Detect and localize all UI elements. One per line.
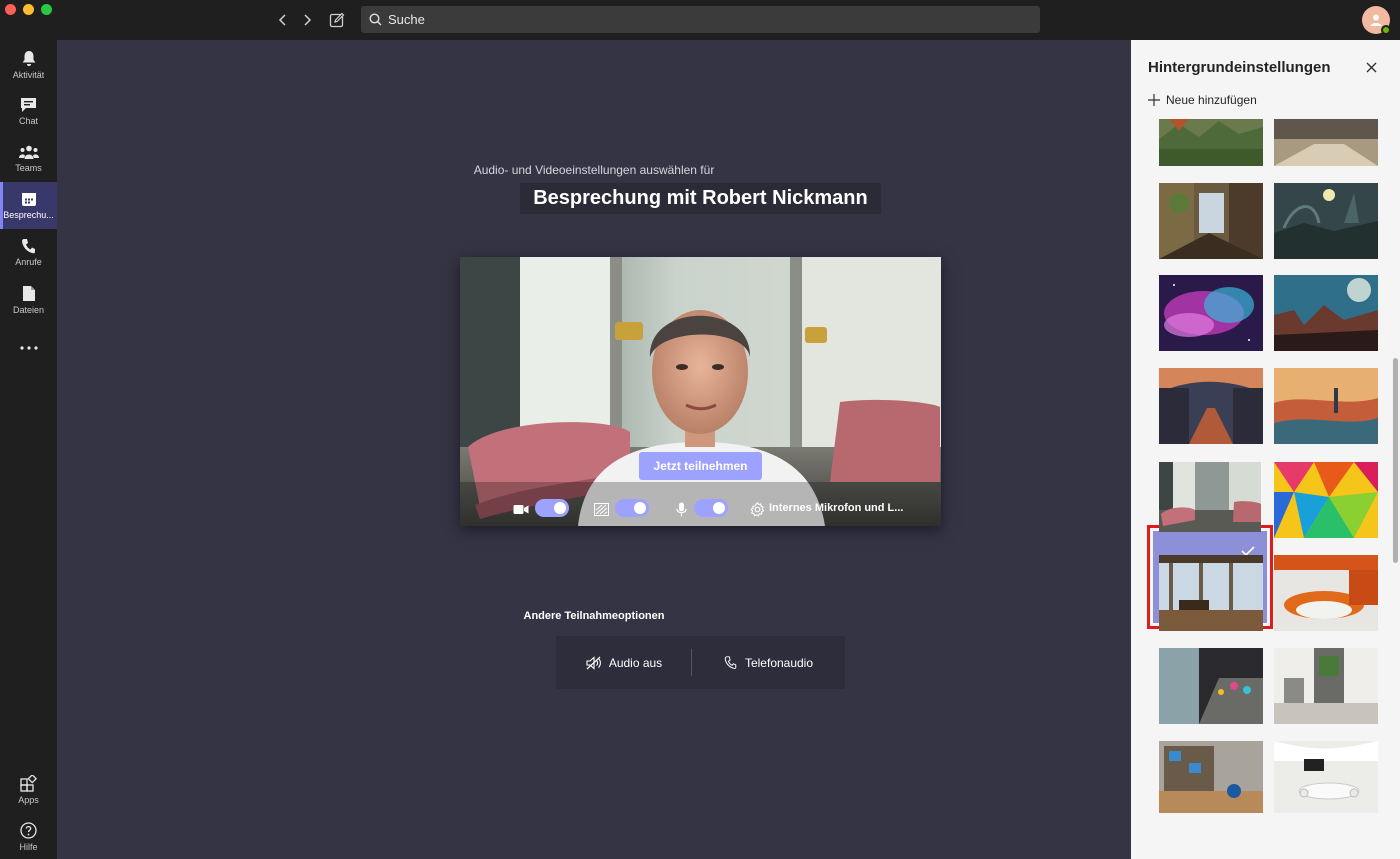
rail-item-label: Anrufe	[15, 257, 42, 267]
background-thumbnail[interactable]	[1274, 648, 1378, 724]
chevron-right-icon	[304, 14, 312, 26]
phone-icon	[724, 656, 737, 669]
prejoin-subtitle: Audio- und Videoeinstellungen auswählen …	[473, 163, 715, 177]
background-thumbnail[interactable]	[1274, 119, 1378, 166]
close-window-button[interactable]	[5, 4, 16, 15]
compose-icon	[329, 12, 345, 28]
rail-item-more[interactable]	[0, 324, 57, 371]
calendar-icon	[21, 193, 36, 206]
other-join-options-title: Andere Teilnahmeoptionen	[523, 610, 665, 622]
close-panel-button[interactable]	[1363, 59, 1379, 75]
background-thumbnail[interactable]	[1274, 462, 1378, 538]
panel-scrollbar[interactable]	[1393, 358, 1398, 563]
audio-off-button[interactable]: Audio aus	[556, 636, 692, 689]
add-new-background-button[interactable]: Neue hinzufügen	[1148, 93, 1257, 107]
avatar[interactable]	[1362, 6, 1391, 35]
meeting-title: Besprechung mit Robert Nickmann	[520, 183, 881, 214]
background-thumbnail[interactable]	[1159, 275, 1263, 351]
prejoin-stage: Audio- und Videoeinstellungen auswählen …	[57, 40, 1131, 859]
rail-item-label: Apps	[18, 794, 39, 805]
rail-item-calls[interactable]: Anrufe	[0, 229, 57, 276]
app-rail: Aktivität Chat Teams Besprechu... Anrufe…	[0, 40, 57, 859]
background-thumbnail[interactable]	[1159, 183, 1263, 259]
background-thumbnail[interactable]	[1274, 183, 1378, 259]
join-now-button[interactable]: Jetzt teilnehmen	[639, 452, 762, 480]
chat-icon	[21, 98, 36, 112]
background-thumbnail[interactable]	[1274, 555, 1378, 631]
bell-icon	[22, 50, 35, 66]
background-thumbnail[interactable]	[1274, 275, 1378, 351]
background-thumbnail-selected[interactable]	[1159, 462, 1261, 532]
rail-item-apps[interactable]: Apps	[0, 766, 57, 813]
search-icon	[369, 13, 382, 26]
background-thumbnail[interactable]	[1159, 119, 1263, 166]
background-blur-icon	[592, 501, 610, 517]
video-preview-image	[460, 257, 941, 526]
search-input[interactable]: Suche	[361, 6, 1040, 33]
other-join-options: Audio aus Telefonaudio	[556, 636, 845, 689]
rail-item-label: Aktivität	[12, 69, 45, 80]
phone-audio-label: Telefonaudio	[744, 655, 814, 670]
search-placeholder: Suche	[388, 12, 425, 27]
microphone-toggle[interactable]	[694, 499, 728, 517]
video-preview: Jetzt teilnehmen	[460, 257, 941, 526]
forward-button[interactable]	[296, 9, 318, 31]
background-settings-panel: Hintergrundeinstellungen Neue hinzufügen	[1131, 40, 1400, 859]
rail-item-teams[interactable]: Teams	[0, 135, 57, 182]
camera-toggle[interactable]	[535, 499, 569, 517]
title-bar: Suche	[0, 0, 1400, 40]
background-thumbnail[interactable]	[1159, 555, 1263, 631]
audio-off-label: Audio aus	[608, 655, 663, 670]
close-icon	[1366, 62, 1376, 72]
rail-item-files[interactable]: Dateien	[0, 276, 57, 323]
rail-item-label: Hilfe	[19, 841, 38, 852]
phone-audio-button[interactable]: Telefonaudio	[692, 636, 845, 689]
new-chat-button[interactable]	[326, 9, 348, 31]
chevron-left-icon	[278, 14, 286, 26]
background-thumbnail[interactable]	[1274, 741, 1378, 813]
add-new-label: Neue hinzufügen	[1166, 93, 1257, 107]
more-icon	[19, 345, 38, 350]
presence-badge	[1381, 25, 1391, 35]
back-button[interactable]	[272, 9, 294, 31]
rail-item-label: Besprechu...	[3, 210, 54, 220]
phone-icon	[22, 239, 35, 254]
audio-device-label[interactable]: Internes Mikrofon und L...	[769, 502, 903, 514]
rail-item-meetings[interactable]: Besprechu...	[0, 182, 57, 229]
microphone-icon	[672, 501, 690, 517]
background-thumbnail[interactable]	[1159, 368, 1263, 444]
rail-item-chat[interactable]: Chat	[0, 88, 57, 135]
settings-gear-icon[interactable]	[748, 501, 766, 517]
rail-item-label: Dateien	[12, 304, 45, 315]
minimize-window-button[interactable]	[23, 4, 34, 15]
maximize-window-button[interactable]	[41, 4, 52, 15]
panel-title: Hintergrundeinstellungen	[1148, 59, 1331, 76]
help-icon	[20, 821, 37, 839]
plus-icon	[1148, 94, 1160, 106]
background-thumbnail-grid	[1131, 117, 1390, 859]
rail-item-help[interactable]: Hilfe	[0, 813, 57, 859]
rail-item-label: Chat	[18, 116, 38, 126]
apps-icon	[20, 774, 37, 792]
background-thumbnail[interactable]	[1274, 368, 1378, 444]
teams-icon	[18, 145, 39, 159]
background-thumbnail[interactable]	[1159, 648, 1263, 724]
file-icon	[22, 285, 35, 301]
rail-item-activity[interactable]: Aktivität	[0, 41, 57, 88]
rail-item-label: Teams	[15, 162, 42, 173]
background-thumbnail[interactable]	[1159, 741, 1263, 813]
background-blur-toggle[interactable]	[615, 499, 649, 517]
camera-icon	[512, 501, 530, 517]
speaker-off-icon	[586, 655, 601, 670]
